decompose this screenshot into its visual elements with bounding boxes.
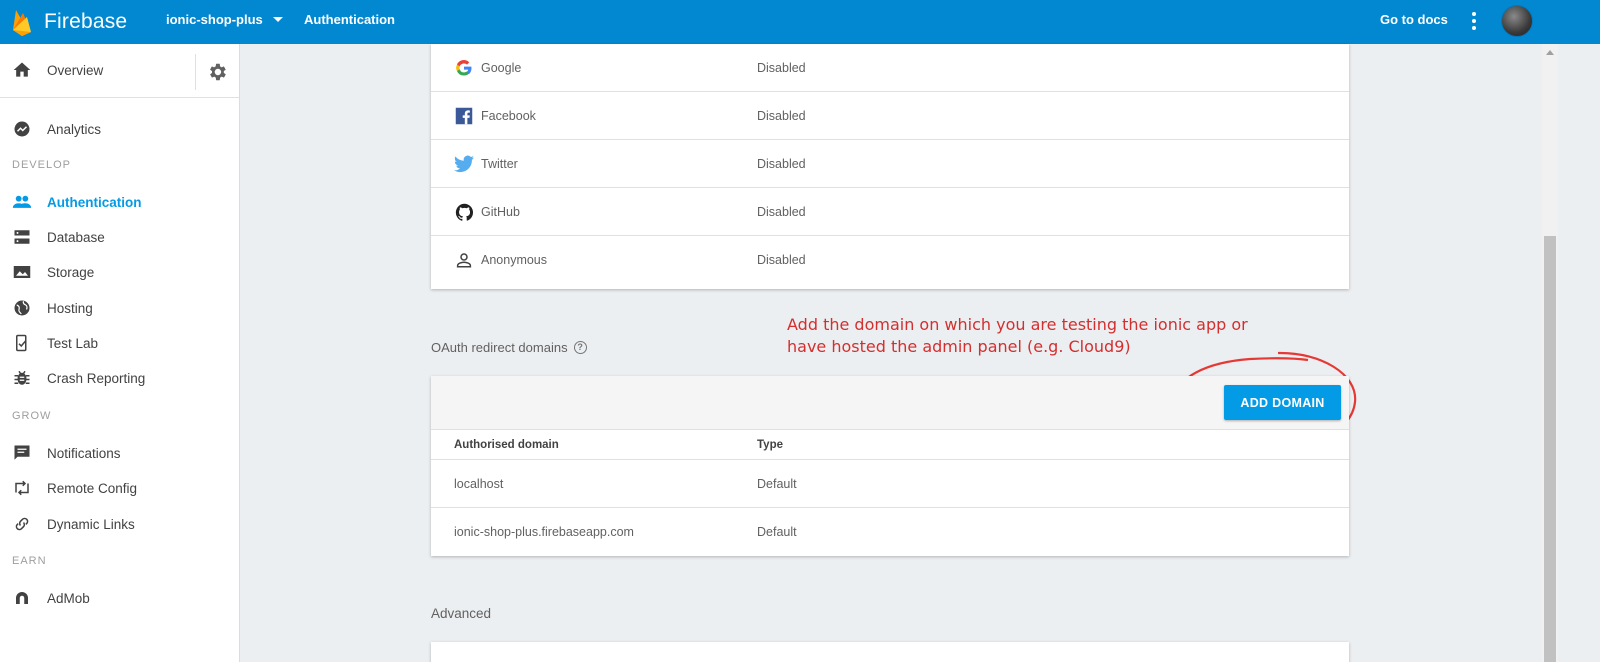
provider-row-twitter[interactable]: Twitter Disabled bbox=[431, 140, 1349, 188]
sidebar-item-database[interactable]: Database bbox=[12, 226, 105, 248]
sidebar-item-label: Dynamic Links bbox=[47, 516, 135, 532]
domain-cell: ionic-shop-plus.firebaseapp.com bbox=[454, 525, 634, 539]
sidebar-item-label: Hosting bbox=[47, 300, 93, 316]
globe-icon bbox=[12, 298, 32, 318]
sidebar-item-label: Crash Reporting bbox=[47, 370, 146, 386]
page-scrollbar[interactable] bbox=[1542, 44, 1558, 662]
oauth-section-title: OAuth redirect domains ? bbox=[431, 340, 587, 355]
provider-status: Disabled bbox=[757, 253, 806, 267]
sidebar-item-authentication[interactable]: Authentication bbox=[12, 191, 142, 213]
sidebar-item-label: Analytics bbox=[47, 121, 102, 137]
group-label-develop: DEVELOP bbox=[12, 159, 71, 171]
firebase-flame-icon bbox=[13, 10, 31, 36]
sidebar-item-label: Database bbox=[47, 229, 105, 245]
divider bbox=[195, 54, 196, 90]
group-label-earn: EARN bbox=[12, 555, 47, 567]
analytics-icon bbox=[12, 119, 32, 139]
sidebar-item-label: Test Lab bbox=[47, 335, 99, 351]
provider-name: Google bbox=[481, 61, 522, 75]
sidebar-item-label: Overview bbox=[47, 62, 104, 78]
column-header-type: Type bbox=[757, 439, 783, 451]
domain-cell: localhost bbox=[454, 477, 504, 491]
avatar[interactable] bbox=[1501, 5, 1533, 37]
sidebar-header: Overview bbox=[0, 44, 239, 98]
provider-name: GitHub bbox=[481, 205, 520, 219]
sidebar-item-label: AdMob bbox=[47, 590, 90, 606]
sign-in-providers-card: Google Disabled Facebook Disabled Twitte… bbox=[431, 44, 1349, 289]
table-row[interactable]: localhost Default bbox=[431, 460, 1349, 508]
github-icon bbox=[454, 202, 474, 222]
provider-name: Twitter bbox=[481, 157, 518, 171]
sidebar-item-notifications[interactable]: Notifications bbox=[12, 442, 121, 464]
provider-name: Facebook bbox=[481, 109, 536, 123]
top-app-bar: Firebase ionic-shop-plus Authentication … bbox=[0, 0, 1600, 44]
project-name: ionic-shop-plus bbox=[166, 12, 263, 27]
oauth-domains-card: ADD DOMAIN Authorised domain Type localh… bbox=[431, 376, 1349, 556]
more-vert-icon[interactable] bbox=[1468, 12, 1480, 30]
remote-config-icon bbox=[12, 478, 32, 498]
provider-status: Disabled bbox=[757, 109, 806, 123]
oauth-label: OAuth redirect domains bbox=[431, 340, 568, 355]
sidebar-item-admob[interactable]: AdMob bbox=[12, 587, 90, 609]
sidebar-item-crash-reporting[interactable]: Crash Reporting bbox=[12, 367, 145, 389]
provider-row-anonymous[interactable]: Anonymous Disabled bbox=[431, 236, 1349, 284]
facebook-icon bbox=[454, 106, 474, 126]
provider-row-github[interactable]: GitHub Disabled bbox=[431, 188, 1349, 236]
image-icon bbox=[12, 262, 32, 282]
group-label-grow: GROW bbox=[12, 410, 52, 422]
people-icon bbox=[12, 192, 32, 212]
sidebar: Overview Analytics DEVELOP Authenticatio… bbox=[0, 44, 240, 662]
provider-row-facebook[interactable]: Facebook Disabled bbox=[431, 92, 1349, 140]
table-row[interactable]: ionic-shop-plus.firebaseapp.com Default bbox=[431, 508, 1349, 556]
domains-card-header: ADD DOMAIN bbox=[431, 376, 1349, 430]
message-icon bbox=[12, 443, 32, 463]
database-icon bbox=[12, 227, 32, 247]
go-to-docs-link[interactable]: Go to docs bbox=[1380, 12, 1448, 27]
table-header: Authorised domain Type bbox=[431, 430, 1349, 460]
sidebar-item-label: Remote Config bbox=[47, 480, 138, 496]
advanced-section-title: Advanced bbox=[431, 606, 492, 621]
column-header-domain: Authorised domain bbox=[454, 439, 559, 451]
sidebar-item-hosting[interactable]: Hosting bbox=[12, 297, 93, 319]
provider-name: Anonymous bbox=[481, 253, 548, 267]
test-lab-icon bbox=[12, 333, 32, 353]
sidebar-item-test-lab[interactable]: Test Lab bbox=[12, 332, 98, 354]
provider-status: Disabled bbox=[757, 157, 806, 171]
sidebar-item-label: Authentication bbox=[47, 194, 142, 210]
gear-icon[interactable] bbox=[206, 61, 228, 83]
advanced-card bbox=[431, 642, 1349, 662]
annotation-line: Add the domain on which you are testing … bbox=[787, 315, 1248, 334]
sidebar-item-dynamic-links[interactable]: Dynamic Links bbox=[12, 513, 135, 535]
google-icon bbox=[454, 58, 474, 78]
sidebar-item-label: Notifications bbox=[47, 445, 121, 461]
chevron-down-icon bbox=[272, 17, 283, 22]
project-selector[interactable]: ionic-shop-plus bbox=[166, 12, 283, 27]
bug-icon bbox=[12, 368, 32, 388]
twitter-icon bbox=[454, 154, 474, 174]
sidebar-item-overview[interactable]: Overview bbox=[12, 60, 103, 80]
sidebar-item-analytics[interactable]: Analytics bbox=[12, 118, 101, 140]
person-icon bbox=[454, 250, 474, 270]
add-domain-button[interactable]: ADD DOMAIN bbox=[1224, 385, 1341, 420]
sidebar-item-remote-config[interactable]: Remote Config bbox=[12, 477, 137, 499]
link-icon bbox=[12, 514, 32, 534]
home-icon bbox=[13, 62, 31, 77]
sidebar-item-storage[interactable]: Storage bbox=[12, 261, 94, 283]
firebase-logo[interactable]: Firebase bbox=[12, 6, 127, 38]
provider-status: Disabled bbox=[757, 205, 806, 219]
provider-status: Disabled bbox=[757, 61, 806, 75]
admob-icon bbox=[12, 588, 32, 608]
provider-row-google[interactable]: Google Disabled bbox=[431, 44, 1349, 92]
page-title: Authentication bbox=[304, 12, 395, 27]
app-name: Firebase bbox=[44, 10, 128, 33]
type-cell: Default bbox=[757, 525, 797, 539]
scrollbar-thumb[interactable] bbox=[1544, 236, 1556, 662]
help-icon[interactable]: ? bbox=[573, 341, 587, 354]
sidebar-item-label: Storage bbox=[47, 264, 95, 280]
scroll-up-icon[interactable] bbox=[1546, 50, 1554, 55]
type-cell: Default bbox=[757, 477, 797, 491]
